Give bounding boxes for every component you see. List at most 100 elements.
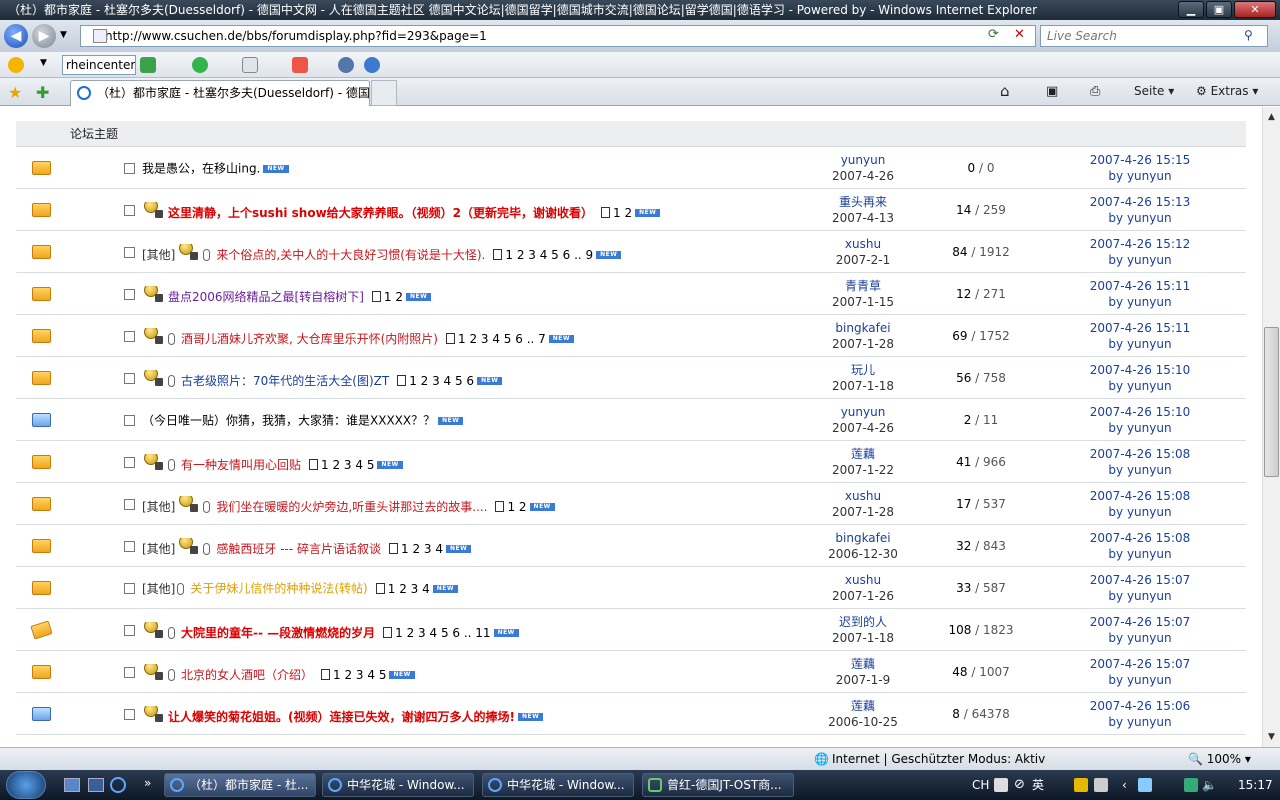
last-post-by[interactable]: by yunyun — [1066, 714, 1214, 730]
author-name[interactable]: 莲藕 — [816, 446, 910, 462]
last-post-time[interactable]: 2007-4-26 15:08 — [1066, 488, 1214, 504]
page-links[interactable]: 1 2 3 4 — [401, 542, 443, 556]
thread-checkbox[interactable] — [124, 247, 135, 258]
last-post-by[interactable]: by yunyun — [1066, 462, 1214, 478]
author-name[interactable]: yunyun — [816, 404, 910, 420]
thread-checkbox[interactable] — [124, 415, 135, 426]
last-post-by[interactable]: by yunyun — [1066, 210, 1214, 226]
last-post-time[interactable]: 2007-4-26 15:15 — [1066, 152, 1214, 168]
page-links[interactable]: 1 2 — [384, 290, 403, 304]
tray-app-icon-3[interactable] — [1184, 778, 1198, 792]
thread-checkbox[interactable] — [124, 625, 135, 636]
taskbar-button-1[interactable]: （杜）都市家庭 - 杜... — [164, 773, 316, 797]
thread-title-link[interactable]: 北京的女人酒吧（介绍） — [181, 668, 313, 682]
last-post-by[interactable]: by yunyun — [1066, 504, 1214, 520]
language-indicator[interactable]: CH — [972, 770, 989, 800]
thread-title-link[interactable]: 大院里的童年-- —段激情燃烧的岁月 — [181, 626, 375, 640]
forward-button[interactable]: ▶ — [32, 24, 56, 48]
thread-title-link[interactable]: 关于伊妹儿信件的种种说法(转帖) — [190, 582, 367, 596]
thread-checkbox[interactable] — [124, 163, 135, 174]
print-icon[interactable]: ⎙ — [1090, 84, 1100, 99]
add-icon[interactable] — [192, 57, 208, 73]
last-post-by[interactable]: by yunyun — [1066, 294, 1214, 310]
last-post-by[interactable]: by yunyun — [1066, 252, 1214, 268]
last-post-time[interactable]: 2007-4-26 15:11 — [1066, 320, 1214, 336]
thread-category[interactable]: [其他] — [142, 248, 175, 262]
author-name[interactable]: 重头再来 — [816, 194, 910, 210]
author-name[interactable]: bingkafei — [816, 320, 910, 336]
author-name[interactable]: xushu — [816, 572, 910, 588]
thread-title-link[interactable]: 有一种友情叫用心回贴 — [181, 458, 301, 472]
taskbar-button-2[interactable]: 中华花城 - Window... — [322, 773, 474, 797]
quicklaunch-chevron[interactable]: » — [144, 776, 151, 790]
close-button[interactable]: ✕ — [1234, 1, 1276, 18]
translate-icon[interactable] — [338, 57, 354, 73]
author-name[interactable]: 莲藕 — [816, 698, 910, 714]
last-post-by[interactable]: by yunyun — [1066, 168, 1214, 184]
page-links[interactable]: 1 2 3 4 — [388, 582, 430, 596]
keyboard-icon[interactable] — [994, 778, 1008, 792]
ie-quicklaunch-icon[interactable] — [110, 777, 126, 793]
refresh-icon[interactable]: ⟳ — [988, 27, 1008, 45]
url-field[interactable]: http://www.csuchen.de/bbs/forumdisplay.p… — [80, 25, 1036, 47]
author-name[interactable]: bingkafei — [816, 530, 910, 546]
last-post-time[interactable]: 2007-4-26 15:07 — [1066, 572, 1214, 588]
page-links[interactable]: 1 2 — [613, 206, 632, 220]
page-links[interactable]: 1 2 3 4 5 6 .. 11 — [395, 626, 490, 640]
thread-category[interactable]: [其他] — [142, 500, 175, 514]
author-name[interactable]: 青青草 — [816, 278, 910, 294]
thread-title-link[interactable]: 我们坐在暖暖的火炉旁边,听重头讲那过去的故事.... — [216, 500, 487, 514]
help-icon[interactable] — [364, 57, 380, 73]
page-links[interactable]: 1 2 3 4 5 6 .. 7 — [458, 332, 546, 346]
vertical-scrollbar[interactable]: ▲ ▼ — [1262, 107, 1280, 747]
popup-blocker-icon[interactable] — [242, 57, 258, 73]
ime-indicator[interactable]: 英 — [1032, 770, 1044, 800]
author-name[interactable]: 迟到的人 — [816, 614, 910, 630]
thread-category[interactable]: [其他] — [142, 582, 175, 596]
thread-title-link[interactable]: 让人爆笑的菊花姐姐。(视频）连接已失效，谢谢四万多人的捧场! — [168, 710, 515, 724]
thread-title-link[interactable]: 这里清静，上个sushi show给大家养养眼。（视频）2（更新完毕，谢谢收看） — [168, 206, 593, 220]
minimize-button[interactable]: ▁ — [1178, 1, 1204, 18]
switch-windows-icon[interactable] — [88, 778, 104, 792]
page-links[interactable]: 1 2 3 4 5 6 .. 9 — [505, 248, 593, 262]
last-post-time[interactable]: 2007-4-26 15:13 — [1066, 194, 1214, 210]
last-post-by[interactable]: by yunyun — [1066, 588, 1214, 604]
last-post-time[interactable]: 2007-4-26 15:07 — [1066, 656, 1214, 672]
toolbar-dropdown-icon[interactable]: ▼ — [40, 58, 47, 68]
home-icon[interactable]: ⌂ — [1000, 82, 1010, 100]
last-post-time[interactable]: 2007-4-26 15:08 — [1066, 530, 1214, 546]
last-post-by[interactable]: by yunyun — [1066, 336, 1214, 352]
tray-app-icon[interactable] — [1074, 778, 1088, 792]
add-favorites-icon[interactable]: ✚ — [36, 83, 49, 102]
author-name[interactable]: xushu — [816, 236, 910, 252]
thread-title-link[interactable]: 酒哥儿酒妹儿齐欢聚, 大仓库里乐开怀(内附照片) — [181, 332, 438, 346]
highlight-icon[interactable] — [292, 57, 308, 73]
last-post-time[interactable]: 2007-4-26 15:12 — [1066, 236, 1214, 252]
last-post-time[interactable]: 2007-4-26 15:10 — [1066, 362, 1214, 378]
last-post-by[interactable]: by yunyun — [1066, 672, 1214, 688]
network-icon[interactable] — [1138, 778, 1152, 792]
last-post-time[interactable]: 2007-4-26 15:08 — [1066, 446, 1214, 462]
author-name[interactable]: yunyun — [816, 152, 910, 168]
thread-category[interactable]: [其他] — [142, 542, 175, 556]
go-search-icon[interactable] — [140, 57, 156, 73]
taskbar-button-4[interactable]: 曾红-德国JT-OST商... — [642, 773, 794, 797]
thread-title-link[interactable]: 我是愚公，在移山ing. — [142, 162, 260, 176]
back-button[interactable]: ◀ — [4, 24, 28, 48]
last-post-by[interactable]: by yunyun — [1066, 420, 1214, 436]
last-post-time[interactable]: 2007-4-26 15:06 — [1066, 698, 1214, 714]
toolbar-search-input[interactable]: rheincenter k — [62, 55, 136, 75]
thread-checkbox[interactable] — [124, 289, 135, 300]
tray-expand-icon[interactable]: ‹ — [1122, 770, 1127, 800]
thread-title-link[interactable]: 盘点2006网络精品之最[转自榕树下] — [168, 290, 364, 304]
thread-checkbox[interactable] — [124, 709, 135, 720]
thread-checkbox[interactable] — [124, 499, 135, 510]
extras-menu[interactable]: ⚙ Extras ▾ — [1196, 84, 1258, 98]
thread-checkbox[interactable] — [124, 583, 135, 594]
last-post-by[interactable]: by yunyun — [1066, 630, 1214, 646]
tab-current[interactable]: （杜）都市家庭 - 杜塞尔多夫(Duesseldorf) - 德国... — [70, 80, 370, 106]
thread-title-link[interactable]: 来个俗点的,关中人的十大良好习惯(有说是十大怪). — [216, 248, 485, 262]
scroll-down-icon[interactable]: ▼ — [1264, 729, 1279, 745]
last-post-time[interactable]: 2007-4-26 15:11 — [1066, 278, 1214, 294]
page-menu[interactable]: Seite ▾ — [1134, 84, 1174, 98]
